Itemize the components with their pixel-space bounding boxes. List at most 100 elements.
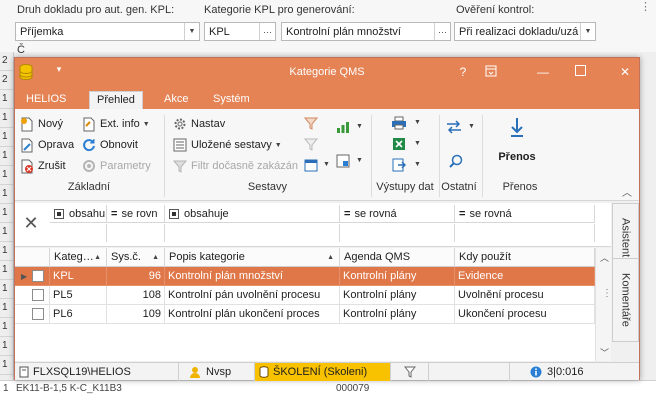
chevron-down-icon[interactable]: ▼	[356, 123, 363, 130]
chevron-down-icon[interactable]: ▼	[468, 123, 475, 130]
row-checkbox[interactable]	[32, 289, 44, 301]
delete-button[interactable]: Zrušit	[19, 157, 66, 175]
user-status[interactable]: Nvsp	[179, 363, 255, 381]
filter-op-sys[interactable]: = se rovn	[107, 205, 165, 223]
swap-arrows-icon[interactable]	[446, 119, 462, 135]
table-row[interactable]: PL6 109 Kontrolní plán ukončení proces K…	[15, 305, 595, 324]
background-row-number: 2	[0, 52, 13, 71]
tab-system[interactable]: Systém	[206, 91, 257, 109]
column-header-sys[interactable]: Sys.č. ▲	[107, 248, 165, 267]
verification-select[interactable]: Při realizaci dokladu/uzá ▼	[454, 22, 596, 41]
transfer-button[interactable]: Přenos	[497, 115, 537, 175]
chevron-down-icon[interactable]: ▼	[414, 161, 421, 168]
edit-button[interactable]: Oprava	[19, 136, 74, 154]
row-checkbox[interactable]	[32, 308, 44, 320]
ellipsis-icon[interactable]: ···	[434, 23, 450, 40]
chevron-down-icon[interactable]: ▼	[184, 23, 199, 40]
close-icon[interactable]: ✕	[615, 65, 635, 79]
category-code-field[interactable]: KPL ···	[204, 22, 276, 41]
temp-filter-button[interactable]: Filtr dočasně zakázán	[172, 157, 298, 175]
filter-icon[interactable]	[303, 115, 319, 131]
group-sets-label: Sestavy	[247, 181, 288, 193]
row-selector[interactable]: ▶	[15, 267, 50, 286]
collapse-ribbon-icon[interactable]: ︿	[622, 184, 632, 199]
saved-sets-button[interactable]: Uložené sestavy ▼	[172, 136, 282, 154]
clear-filter-x-icon[interactable]: ✕	[21, 213, 41, 234]
background-row-number: 1	[0, 299, 13, 318]
tab-prehled[interactable]: Přehled	[89, 91, 143, 109]
filter-status[interactable]	[391, 363, 429, 381]
print-icon[interactable]	[391, 115, 407, 131]
chevron-down-icon[interactable]: ▼	[580, 23, 595, 40]
layout-icon[interactable]	[335, 153, 351, 169]
equals-op-icon: =	[344, 207, 351, 220]
minimize-icon[interactable]: —	[533, 65, 553, 79]
sort-ascending-icon: ▲	[94, 253, 101, 261]
background-right-strip	[640, 52, 656, 380]
database-status[interactable]: ŠKOLENÍ (Skoleni)	[255, 363, 391, 381]
scroll-down-icon[interactable]: ﹀	[600, 346, 609, 359]
chevron-down-icon[interactable]: ▼	[414, 119, 421, 126]
category-name-field[interactable]: Kontrolní plán množství ···	[281, 22, 451, 41]
ext-info-button[interactable]: Ext. info ▼	[81, 115, 150, 133]
tab-akce[interactable]: Akce	[157, 91, 195, 109]
filter-op-agenda[interactable]: = se rovná	[340, 205, 455, 223]
refresh-button[interactable]: Obnovit	[81, 136, 138, 154]
filter-value-agenda[interactable]	[340, 224, 455, 242]
bottom-row-value: 000079	[336, 383, 370, 394]
doc-type-select[interactable]: Příjemka ▼	[15, 22, 200, 41]
row-selector[interactable]	[15, 305, 50, 324]
filter-value-desc[interactable]	[165, 224, 340, 242]
maximize-icon[interactable]	[575, 65, 595, 76]
filter-value-when[interactable]	[455, 224, 595, 242]
new-button[interactable]: Nový	[19, 115, 63, 133]
filter-op-desc[interactable]: obsahuje	[165, 205, 340, 223]
clear-filter-icon[interactable]	[303, 136, 319, 152]
server-status[interactable]: FLXSQL19\HELIOS	[15, 363, 179, 381]
column-header-when[interactable]: Kdy použít	[455, 248, 595, 267]
vertical-scrollbar[interactable]: ︿ ⋮ ﹀	[595, 248, 612, 361]
filter-op-when[interactable]: = se rovná	[455, 205, 595, 223]
status-bar: FLXSQL19\HELIOS Nvsp ŠKOLENÍ (Skoleni) 3…	[15, 362, 639, 381]
filter-value-code[interactable]	[50, 224, 107, 242]
doc-type-label: Druh dokladu pro aut. gen. KPL:	[17, 4, 175, 16]
row-indicator-header	[15, 248, 50, 267]
chevron-down-icon[interactable]: ▼	[414, 140, 421, 147]
settings-button[interactable]: Nastav	[172, 115, 225, 133]
sort-ascending-icon: ▲	[327, 253, 334, 261]
row-checkbox[interactable]	[32, 270, 44, 282]
equals-op-icon: =	[111, 207, 118, 220]
ellipsis-icon[interactable]: ···	[259, 23, 275, 40]
column-header-desc[interactable]: Popis kategorie ▲	[165, 248, 340, 267]
table-row[interactable]: PL5 108 Kontrolní pán uvolnění procesu K…	[15, 286, 595, 305]
database-status-label: ŠKOLENÍ (Skoleni)	[273, 366, 368, 378]
calendar-icon[interactable]	[303, 157, 319, 173]
column-header-code[interactable]: Kateg… ▲	[50, 248, 107, 267]
row-selector[interactable]	[15, 286, 50, 305]
column-header-agenda[interactable]: Agenda QMS	[340, 248, 455, 267]
vertical-dots-icon[interactable]: ⋮	[640, 0, 651, 13]
side-tab-comments[interactable]: Komentáře	[612, 258, 639, 342]
chart-icon[interactable]	[335, 119, 351, 135]
excel-icon[interactable]	[391, 136, 407, 152]
chevron-down-icon[interactable]: ▼	[323, 161, 330, 168]
scroll-up-icon[interactable]: ︿	[600, 251, 609, 264]
tab-helios[interactable]: HELIOS	[19, 91, 73, 109]
title-bar[interactable]: ▾ Kategorie QMS ? — ✕	[15, 58, 639, 88]
filter-value-sys[interactable]	[107, 224, 165, 242]
filter-op-code[interactable]: obsahu	[50, 205, 107, 223]
parameters-icon	[81, 158, 97, 174]
export-icon[interactable]	[391, 157, 407, 173]
contains-op-icon	[169, 208, 179, 219]
help-button[interactable]: ?	[453, 65, 473, 79]
table-row[interactable]: ▶ KPL 96 Kontrolní plán množství Kontrol…	[15, 267, 595, 286]
parameters-button[interactable]: Parametry	[81, 157, 151, 175]
chevron-down-icon[interactable]: ▼	[356, 157, 363, 164]
current-row-icon: ▶	[21, 272, 28, 281]
splitter-grip-icon[interactable]: ⋮	[602, 288, 612, 299]
ribbon-display-icon[interactable]	[485, 65, 505, 77]
search-icon[interactable]	[448, 153, 464, 169]
info-status[interactable]: 3|0:016	[509, 363, 589, 381]
cell-sys: 109	[107, 305, 165, 324]
background-grid-column: 22111111111111111	[0, 52, 14, 397]
